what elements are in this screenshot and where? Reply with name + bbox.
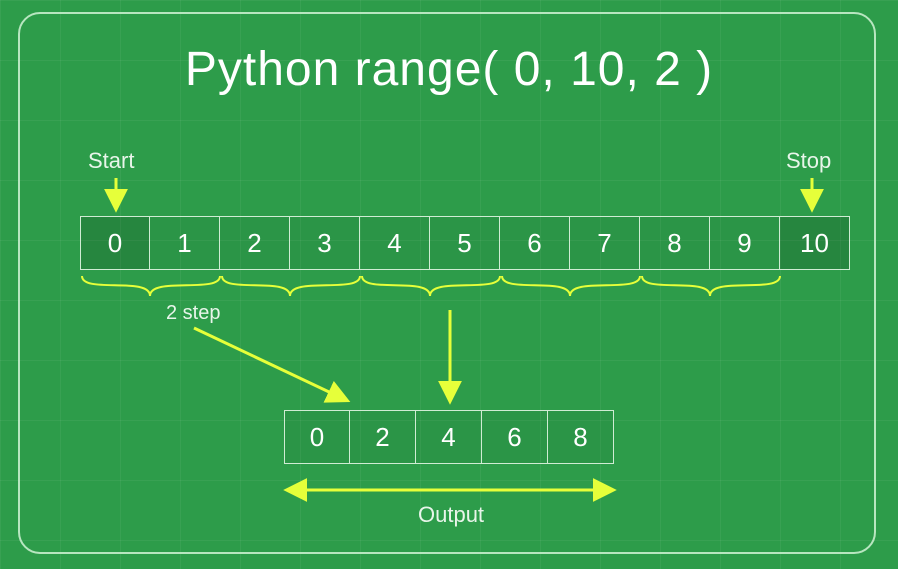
input-cell: 6 [500, 216, 570, 270]
output-cell: 2 [350, 410, 416, 464]
output-cell: 4 [416, 410, 482, 464]
output-label: Output [418, 502, 484, 528]
input-cell: 7 [570, 216, 640, 270]
output-cell: 8 [548, 410, 614, 464]
output-cell: 6 [482, 410, 548, 464]
diagram-title: Python range( 0, 10, 2 ) [0, 42, 898, 97]
input-cell: 3 [290, 216, 360, 270]
output-sequence: 02468 [284, 410, 614, 464]
start-label: Start [88, 148, 134, 174]
input-cell: 8 [640, 216, 710, 270]
input-cell: 2 [220, 216, 290, 270]
stop-label: Stop [786, 148, 831, 174]
input-cell: 4 [360, 216, 430, 270]
output-cell: 0 [284, 410, 350, 464]
input-cell: 0 [80, 216, 150, 270]
input-cell: 5 [430, 216, 500, 270]
step-label: 2 step [166, 302, 220, 325]
input-cell: 9 [710, 216, 780, 270]
input-cell: 10 [780, 216, 850, 270]
input-cell: 1 [150, 216, 220, 270]
input-sequence: 012345678910 [80, 216, 850, 270]
